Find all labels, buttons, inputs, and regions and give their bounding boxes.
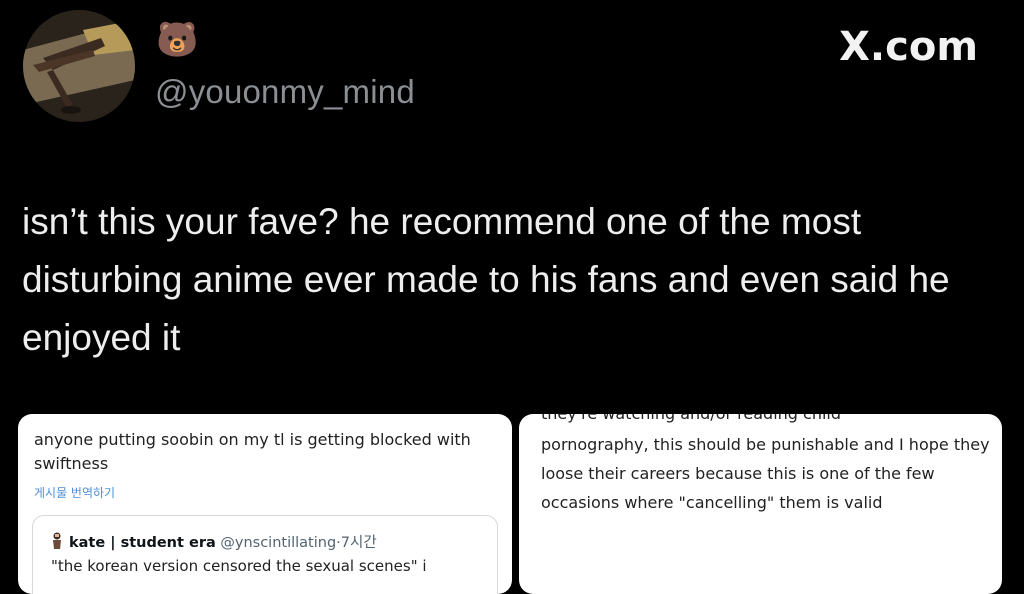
quoted-user-handle: @ynscintillating <box>220 535 337 551</box>
clipped-text-line: they're watching and/or reading child <box>541 414 841 426</box>
quoted-tweet-header: kate | student era @ynscintillating·7시간 <box>51 532 377 553</box>
bear-emoji-icon: 🐻 <box>156 20 199 60</box>
avatar[interactable] <box>23 10 135 122</box>
embedded-screenshot-left[interactable]: anyone putting soobin on my tl is gettin… <box>18 414 512 594</box>
user-handle[interactable]: @youonmy_mind <box>155 72 415 112</box>
embedded-tweet-text: pornography, this should be punishable a… <box>541 435 990 512</box>
brand-watermark: X.com <box>839 24 978 70</box>
embedded-screenshot-right[interactable]: they're watching and/or reading child po… <box>519 414 1002 594</box>
quoted-tweet[interactable]: kate | student era @ynscintillating·7시간 … <box>32 515 498 594</box>
quoted-tweet-text: "the korean version censored the sexual … <box>51 557 427 575</box>
quoted-user-name: kate | student era <box>69 535 216 551</box>
quoted-timestamp: 7시간 <box>340 535 377 551</box>
embedded-tweet-text: anyone putting soobin on my tl is gettin… <box>34 430 471 473</box>
post-text: isn’t this your fave? he recommend one o… <box>22 201 950 358</box>
avatar-image <box>23 10 135 122</box>
translate-post-link[interactable]: 게시물 번역하기 <box>34 485 115 501</box>
quoted-avatar-icon <box>53 532 61 549</box>
